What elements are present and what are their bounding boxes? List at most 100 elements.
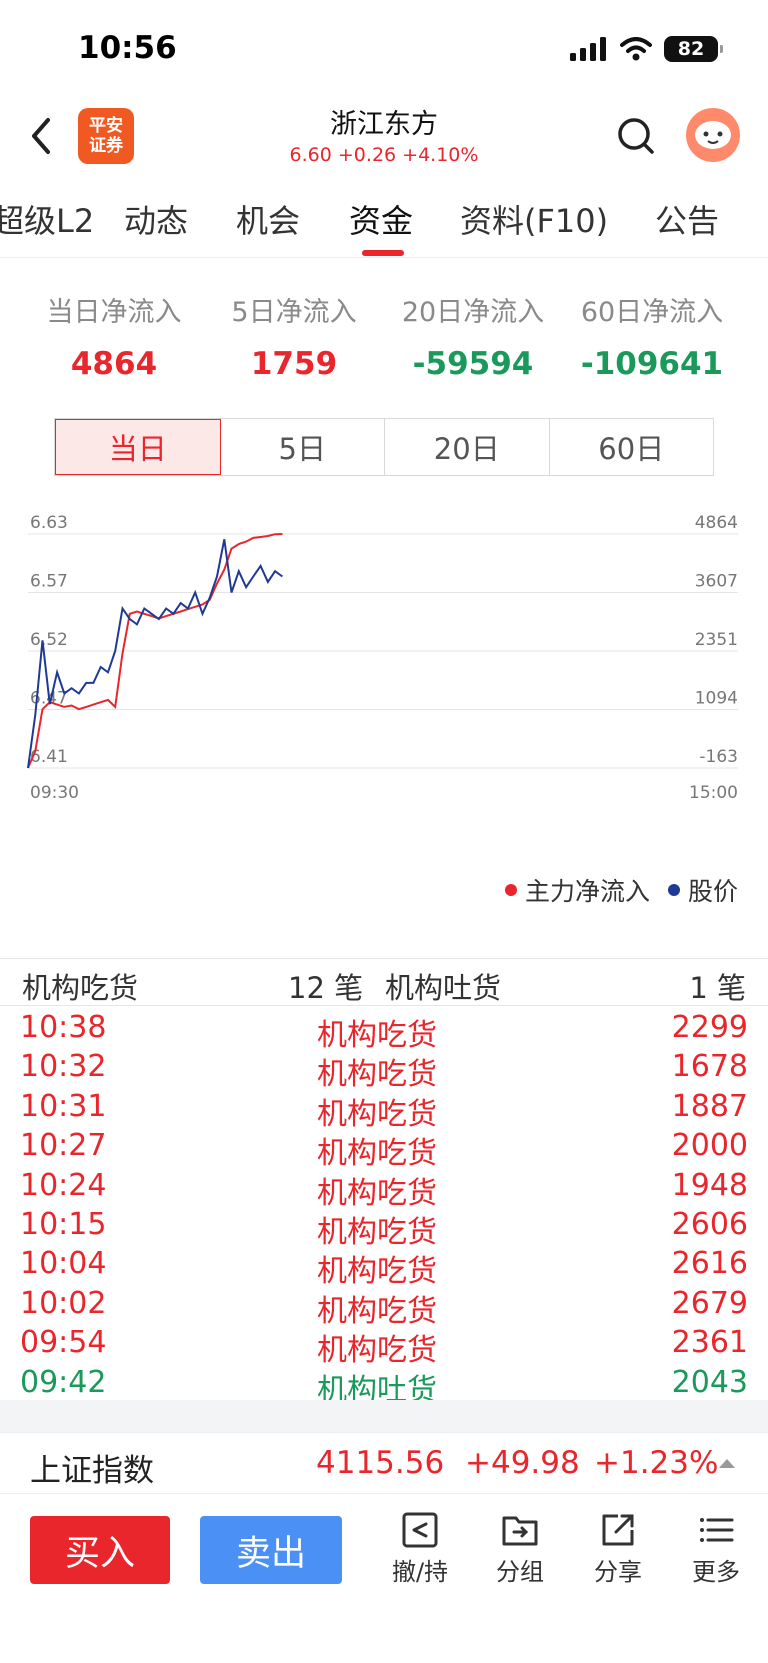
- institution-row: 10:02 机构吃货 2679: [0, 1284, 768, 1329]
- row-time: 10:04: [20, 1246, 107, 1282]
- row-time: 10:38: [20, 1010, 107, 1045]
- label-20d-inflow: 20日净流入: [401, 297, 545, 328]
- row-time: 10:15: [20, 1206, 107, 1242]
- y-axis-left-tick: 6.52: [30, 630, 68, 650]
- logo-line1: 平安: [89, 116, 123, 136]
- institution-row: 10:27 机构吃货 2000: [0, 1126, 768, 1171]
- signal-icon: [570, 37, 606, 61]
- period-today[interactable]: 当日: [55, 419, 221, 475]
- institution-row: 10:32 机构吃货 1678: [0, 1047, 768, 1092]
- label-today-inflow: 当日净流入: [46, 297, 182, 328]
- y-axis-right-tick: 2351: [695, 630, 738, 650]
- row-value: 2679: [671, 1285, 748, 1321]
- x-axis-tick: 09:30: [30, 783, 79, 803]
- cancel-hold-icon: [402, 1512, 438, 1548]
- institution-row: 09:42 机构吐货 2043: [0, 1363, 768, 1408]
- inst-sell-count: 1 笔: [689, 971, 746, 1005]
- wifi-icon: [620, 37, 652, 61]
- group-button[interactable]: 分组: [480, 1510, 560, 1587]
- row-value: 2299: [671, 1010, 748, 1045]
- share-label: 分享: [594, 1558, 642, 1586]
- active-tab-indicator: [362, 250, 404, 256]
- period-60d[interactable]: 60日: [550, 419, 714, 475]
- row-time: 10:31: [20, 1088, 107, 1124]
- y-axis-right-tick: 4864: [695, 513, 738, 533]
- tab-level2[interactable]: 超级L2: [0, 196, 94, 242]
- row-value: 2616: [671, 1246, 748, 1282]
- nav-header: 平安 证券 浙江东方 6.60 +0.26 +4.10%: [0, 100, 768, 176]
- institution-header: 机构吃货 12 笔 机构吐货 1 笔: [0, 958, 768, 1006]
- row-value: 2361: [671, 1325, 748, 1361]
- y-axis-right-tick: -163: [699, 747, 738, 767]
- share-button[interactable]: 分享: [578, 1510, 658, 1587]
- period-5d[interactable]: 5日: [221, 419, 385, 475]
- row-time: 10:32: [20, 1049, 107, 1085]
- folder-icon: [502, 1516, 538, 1546]
- status-bar: 10:56 82: [0, 0, 768, 100]
- row-value: 1887: [671, 1088, 748, 1124]
- status-time: 10:56: [78, 30, 177, 66]
- y-axis-right-tick: 1094: [695, 689, 738, 709]
- search-icon[interactable]: [614, 114, 658, 158]
- tab-news[interactable]: 动态: [124, 196, 188, 242]
- group-label: 分组: [496, 1558, 544, 1586]
- y-axis-left-tick: 6.57: [30, 572, 68, 592]
- value-20d-inflow: -59594: [412, 346, 534, 382]
- row-value: 2000: [671, 1128, 748, 1164]
- legend-price-label: 股价: [687, 877, 738, 906]
- row-time: 10:02: [20, 1285, 107, 1321]
- inst-buy-count: 12 笔: [288, 971, 364, 1005]
- broker-logo[interactable]: 平安 证券: [78, 108, 134, 164]
- row-value: 2606: [671, 1206, 748, 1242]
- label-60d-inflow: 60日净流入: [580, 297, 724, 328]
- more-button[interactable]: 更多: [676, 1510, 756, 1587]
- y-axis-left-tick: 6.63: [30, 513, 68, 533]
- index-name: 上证指数: [30, 1453, 154, 1489]
- chart-legend: 主力净流入 股价: [504, 872, 738, 908]
- index-ticker[interactable]: 上证指数 4115.56 +49.98 +1.23%: [0, 1432, 768, 1494]
- tab-announcements[interactable]: 公告: [655, 196, 719, 242]
- institution-row: 09:54 机构吃货 2361: [0, 1323, 768, 1368]
- section-tabs: 超级L2 动态 机会 资金 资料(F10) 公告: [0, 190, 768, 258]
- sell-button[interactable]: 卖出: [200, 1516, 342, 1584]
- institution-row: 10:04 机构吃货 2616: [0, 1244, 768, 1289]
- value-60d-inflow: -109641: [580, 346, 724, 382]
- tab-capital[interactable]: 资金: [349, 196, 413, 242]
- institution-row: 10:15 机构吃货 2606: [0, 1205, 768, 1250]
- legend-inflow-dot: [504, 884, 517, 896]
- inst-sell-label: 机构吐货: [385, 971, 502, 1005]
- tab-profile[interactable]: 资料(F10): [460, 196, 608, 242]
- legend-price-dot: [667, 884, 680, 896]
- assistant-avatar-icon[interactable]: [686, 108, 740, 162]
- tab-opportunity[interactable]: 机会: [236, 196, 300, 242]
- institution-row: 10:24 机构吃货 1948: [0, 1166, 768, 1211]
- net-inflow-labels: 当日净流入 5日净流入 20日净流入 60日净流入: [0, 290, 768, 330]
- institution-row: 10:31 机构吃货 1887: [0, 1087, 768, 1132]
- row-time: 10:24: [20, 1167, 107, 1203]
- bottom-toolbar: 买入 卖出 撤/持 分组 分享 更多: [0, 1500, 768, 1620]
- inst-buy-label: 机构吃货: [22, 971, 139, 1005]
- logo-line2: 证券: [89, 136, 123, 156]
- section-divider: [0, 1400, 768, 1432]
- buy-button[interactable]: 买入: [30, 1516, 170, 1584]
- cancel-hold-button[interactable]: 撤/持: [380, 1510, 460, 1587]
- row-value: 1678: [671, 1049, 748, 1085]
- more-label: 更多: [692, 1558, 740, 1586]
- row-time: 09:42: [20, 1364, 107, 1400]
- institution-row: 10:38 机构吃货 2299: [0, 1008, 768, 1053]
- value-5d-inflow: 1759: [250, 346, 338, 382]
- x-axis-tick: 15:00: [689, 783, 738, 803]
- row-value: 2043: [671, 1364, 748, 1400]
- legend-inflow-label: 主力净流入: [524, 877, 650, 906]
- menu-icon: [700, 1518, 734, 1542]
- institution-list: 10:38 机构吃货 2299 10:32 机构吃货 1678 10:31 机构吃货 1887 1…: [0, 1008, 768, 1408]
- back-icon[interactable]: [26, 114, 56, 158]
- share-icon: [602, 1514, 634, 1546]
- row-value: 1948: [671, 1167, 748, 1203]
- expand-up-icon[interactable]: [718, 1457, 736, 1469]
- label-5d-inflow: 5日净流入: [231, 297, 357, 328]
- status-icons: 82: [570, 36, 723, 62]
- value-today-inflow: 4864: [70, 346, 158, 382]
- period-20d[interactable]: 20日: [385, 419, 550, 475]
- index-pct: +1.23%: [594, 1445, 719, 1481]
